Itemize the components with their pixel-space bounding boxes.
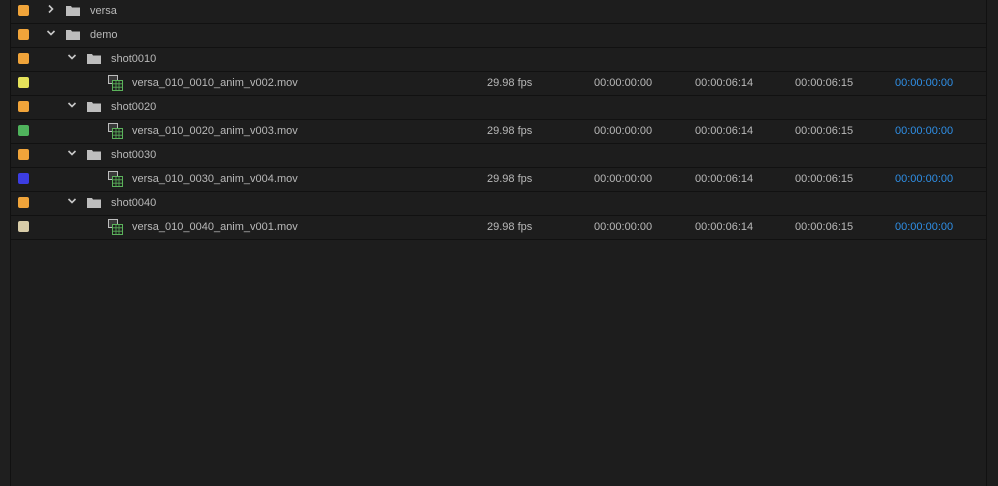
chevron-down-icon[interactable] bbox=[66, 99, 78, 111]
folder-icon bbox=[87, 198, 101, 208]
video-clip-icon bbox=[108, 75, 123, 91]
label-color-swatch[interactable] bbox=[18, 29, 29, 40]
video-in-point[interactable]: 00:00:00:00 bbox=[895, 125, 953, 137]
bin-name: demo bbox=[90, 29, 118, 41]
bin-name: shot0010 bbox=[111, 53, 157, 65]
clip-name: versa_010_0020_anim_v003.mov bbox=[132, 125, 298, 137]
media-duration: 00:00:06:15 bbox=[795, 173, 854, 185]
media-duration: 00:00:06:15 bbox=[795, 77, 854, 89]
label-color-swatch[interactable] bbox=[18, 149, 29, 160]
video-clip-icon bbox=[108, 219, 123, 235]
media-duration: 00:00:06:15 bbox=[795, 221, 854, 233]
clip-name: versa_010_0030_anim_v004.mov bbox=[132, 173, 298, 185]
folder-icon bbox=[87, 150, 101, 160]
folder-icon bbox=[87, 102, 101, 112]
clip-name: versa_010_0040_anim_v001.mov bbox=[132, 221, 298, 233]
bin-name: versa bbox=[90, 5, 117, 17]
label-color-swatch[interactable] bbox=[18, 221, 29, 232]
frame-rate: 29.98 fps bbox=[487, 173, 533, 185]
label-color-swatch[interactable] bbox=[18, 53, 29, 64]
chevron-down-icon[interactable] bbox=[66, 147, 78, 159]
label-color-swatch[interactable] bbox=[18, 125, 29, 136]
clip-row[interactable]: versa_010_0040_anim_v001.mov 29.98 fps 00:… bbox=[11, 216, 987, 240]
media-start: 00:00:00:00 bbox=[594, 221, 653, 233]
media-end: 00:00:06:14 bbox=[695, 77, 754, 89]
label-color-swatch[interactable] bbox=[18, 197, 29, 208]
bin-row[interactable]: shot0030 bbox=[11, 144, 987, 168]
vertical-scrollbar[interactable] bbox=[986, 0, 998, 486]
project-item-list: versa demo shot0010 versa_010_0010_anim_v00… bbox=[11, 0, 987, 240]
bin-name: shot0020 bbox=[111, 101, 157, 113]
chevron-down-icon[interactable] bbox=[45, 27, 57, 39]
video-in-point[interactable]: 00:00:00:00 bbox=[895, 173, 953, 185]
media-end: 00:00:06:14 bbox=[695, 173, 754, 185]
media-start: 00:00:00:00 bbox=[594, 125, 653, 137]
bin-name: shot0040 bbox=[111, 197, 157, 209]
chevron-right-icon[interactable] bbox=[45, 3, 57, 15]
bin-row[interactable]: shot0020 bbox=[11, 96, 987, 120]
label-color-swatch[interactable] bbox=[18, 5, 29, 16]
frame-rate: 29.98 fps bbox=[487, 125, 533, 137]
frame-rate: 29.98 fps bbox=[487, 221, 533, 233]
video-clip-icon bbox=[108, 171, 123, 187]
clip-name: versa_010_0010_anim_v002.mov bbox=[132, 77, 298, 89]
media-end: 00:00:06:14 bbox=[695, 221, 754, 233]
project-panel: versa demo shot0010 versa_010_0010_anim_v00… bbox=[0, 0, 998, 486]
video-in-point[interactable]: 00:00:00:00 bbox=[895, 77, 953, 89]
media-end: 00:00:06:14 bbox=[695, 125, 754, 137]
bin-row[interactable]: shot0010 bbox=[11, 48, 987, 72]
chevron-down-icon[interactable] bbox=[66, 195, 78, 207]
frame-rate: 29.98 fps bbox=[487, 77, 533, 89]
video-clip-icon bbox=[108, 123, 123, 139]
chevron-down-icon[interactable] bbox=[66, 51, 78, 63]
folder-icon bbox=[66, 6, 80, 16]
label-color-swatch[interactable] bbox=[18, 101, 29, 112]
bin-row[interactable]: demo bbox=[11, 24, 987, 48]
clip-row[interactable]: versa_010_0020_anim_v003.mov 29.98 fps 00:… bbox=[11, 120, 987, 144]
label-color-swatch[interactable] bbox=[18, 173, 29, 184]
folder-icon bbox=[66, 30, 80, 40]
media-start: 00:00:00:00 bbox=[594, 173, 653, 185]
folder-icon bbox=[87, 54, 101, 64]
clip-row[interactable]: versa_010_0030_anim_v004.mov 29.98 fps 00:… bbox=[11, 168, 987, 192]
label-color-swatch[interactable] bbox=[18, 77, 29, 88]
video-in-point[interactable]: 00:00:00:00 bbox=[895, 221, 953, 233]
bin-row[interactable]: shot0040 bbox=[11, 192, 987, 216]
clip-row[interactable]: versa_010_0010_anim_v002.mov 29.98 fps 00:… bbox=[11, 72, 987, 96]
bin-name: shot0030 bbox=[111, 149, 157, 161]
panel-left-edge bbox=[0, 0, 11, 486]
media-duration: 00:00:06:15 bbox=[795, 125, 854, 137]
bin-row[interactable]: versa bbox=[11, 0, 987, 24]
media-start: 00:00:00:00 bbox=[594, 77, 653, 89]
